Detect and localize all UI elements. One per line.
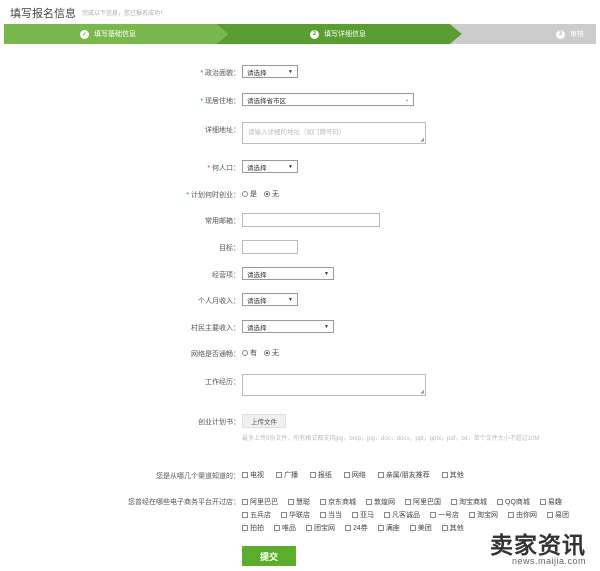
source-checkbox[interactable]: 广播	[275, 470, 298, 480]
form-row-experience: 工作经历： ◢	[0, 374, 600, 396]
education-select[interactable]: 请选择 ▼	[242, 267, 334, 280]
experience-textarea[interactable]: ◢	[242, 374, 426, 396]
plan-radio-yes[interactable]: 是	[242, 189, 257, 199]
source-checkbox[interactable]: 报纸	[309, 470, 332, 480]
platform-checkbox[interactable]: 满座	[377, 523, 400, 533]
email-label: 常用邮箱：	[205, 218, 240, 225]
political-select[interactable]: 请选择 ▼	[242, 65, 298, 78]
step-1-label: 填写基础信息	[94, 31, 136, 38]
residence-select[interactable]: 请选择省市区 ⌄	[242, 93, 414, 106]
check-icon: ✓	[80, 29, 89, 39]
watermark-text: 卖家资讯	[490, 532, 586, 558]
address-label: 详细地址：	[205, 127, 240, 134]
plan-doc-label: 创业计划书：	[198, 419, 240, 426]
platform-checkbox[interactable]: 淘宝网	[469, 510, 498, 520]
platform-checkbox[interactable]: 易团	[547, 510, 569, 520]
step-3: 3 审核	[556, 24, 584, 44]
form-row-address: 详细地址： 请输入详细的地址（如门牌号码） ◢	[0, 122, 600, 144]
source-checkbox[interactable]: 亲属/朋友推荐	[377, 470, 430, 480]
platform-checkbox[interactable]: 易趣	[539, 497, 562, 507]
upload-file-button[interactable]: 上传文件	[242, 414, 286, 428]
village-income-select[interactable]: 请选择 ▼	[242, 320, 334, 333]
age-label: 目标：	[219, 245, 240, 252]
step-3-label: 审核	[570, 31, 584, 38]
platform-checkbox[interactable]: 由你网	[508, 510, 537, 520]
income-select[interactable]: 请选择 ▼	[242, 293, 298, 306]
step-3-number: 3	[556, 29, 565, 39]
platform-checkbox[interactable]: 24券	[345, 523, 368, 533]
platforms-label: 您曾经在哪些电子商务平台开过店：	[128, 499, 240, 506]
platform-checkbox[interactable]: 淘宝商城	[451, 497, 487, 507]
upload-hint: 最多上传5份文件，所有格式都支持jpg，bmp，jpg，doc，docx，ppt…	[242, 436, 540, 442]
chevron-down-icon: ▼	[324, 323, 329, 330]
experience-label: 工作经历：	[205, 379, 240, 386]
platform-checkbox[interactable]: 京东商城	[320, 497, 356, 507]
age-input[interactable]	[242, 240, 298, 254]
step-1: ✓ 填写基础信息	[80, 24, 136, 44]
step-2: 2 填写详细信息	[310, 24, 366, 44]
resize-grip-icon: ◢	[420, 137, 424, 143]
online-label: 网络是否通畅：	[191, 351, 240, 358]
source-label: 您是从哪几个渠道知道的：	[156, 473, 240, 480]
platform-checkbox[interactable]: 美团	[409, 523, 432, 533]
source-checkbox[interactable]: 其他	[441, 470, 464, 480]
platform-checkbox[interactable]: 敦煌网	[366, 497, 395, 507]
watermark-url: news.maijia.com	[511, 556, 586, 566]
step-2-number: 2	[310, 29, 319, 39]
submit-button[interactable]: 提交	[242, 546, 296, 566]
platform-checkbox[interactable]: 五兵店	[242, 510, 271, 520]
source-checkbox[interactable]: 电视	[242, 470, 264, 480]
source-checkbox[interactable]: 网络	[343, 470, 366, 480]
chevron-down-icon: ▼	[324, 270, 329, 277]
village-income-label: 村民主要收入：	[191, 325, 240, 332]
household-select[interactable]: 请选择 ▼	[242, 160, 298, 173]
platform-checkbox[interactable]: 一号店	[430, 510, 459, 520]
resize-grip-icon: ◢	[420, 389, 424, 395]
platform-checkbox[interactable]: 唯品	[274, 523, 296, 533]
chevron-down-icon: ▼	[288, 163, 293, 170]
political-label: * 政治面貌：	[200, 70, 240, 77]
online-radio-no[interactable]: 无	[263, 348, 279, 358]
platform-checkbox[interactable]: 阿里巴国	[405, 497, 441, 507]
residence-label: * 现居住地：	[200, 98, 240, 105]
income-label: 个人月收入：	[198, 298, 240, 305]
platform-checkbox[interactable]: 凡客诚品	[384, 510, 420, 520]
source-checkboxes: 电视 广播 报纸 网络 亲属/朋友推荐 其他	[242, 470, 474, 480]
platform-checkbox[interactable]: 团宝网	[306, 523, 335, 533]
chevron-down-icon: ▼	[288, 296, 293, 303]
plan-radios: 是 无	[242, 189, 284, 199]
household-label: * 何人口：	[207, 165, 240, 172]
platform-checkbox[interactable]: 当当	[320, 510, 342, 520]
plan-radio-no[interactable]: 无	[263, 189, 279, 199]
page-header: 填写报名信息 完成以下信息，您已报名成功！	[0, 0, 600, 22]
step-2-label: 填写详细信息	[324, 31, 366, 38]
platform-checkbox[interactable]: QQ商城	[497, 497, 530, 507]
page-title: 填写报名信息	[10, 8, 76, 20]
watermark: 卖家资讯 news.maijia.com	[444, 526, 594, 571]
platform-checkbox[interactable]: 阿里巴巴	[242, 497, 278, 507]
platform-checkbox[interactable]: 拍拍	[242, 523, 264, 533]
page-subtitle: 完成以下信息，您已报名成功！	[82, 11, 167, 17]
education-label: 经营项：	[212, 272, 240, 279]
chevron-down-icon: ▼	[288, 68, 293, 75]
address-textarea[interactable]: 请输入详细的地址（如门牌号码） ◢	[242, 122, 426, 144]
platform-checkbox[interactable]: 亚马	[352, 510, 374, 520]
plan-label: * 计划何时创业：	[186, 192, 240, 199]
online-radios: 有 无	[242, 348, 284, 358]
platforms-row-2: 五兵店 华联店 当当 亚马 凡客诚品 一号店 淘宝网 由你网 易团	[242, 508, 569, 521]
chevron-down-icon: ⌄	[404, 96, 409, 103]
email-input[interactable]	[242, 213, 380, 227]
platforms-row-1: 阿里巴巴 慧聪 京东商城 敦煌网 阿里巴国 淘宝商城 QQ商城 易趣	[242, 495, 562, 508]
step-progress-bar: ✓ 填写基础信息 2 填写详细信息 3 审核	[4, 24, 596, 44]
online-radio-yes[interactable]: 有	[242, 348, 257, 358]
platform-checkbox[interactable]: 慧聪	[288, 497, 310, 507]
platform-checkbox[interactable]: 华联店	[281, 510, 310, 520]
